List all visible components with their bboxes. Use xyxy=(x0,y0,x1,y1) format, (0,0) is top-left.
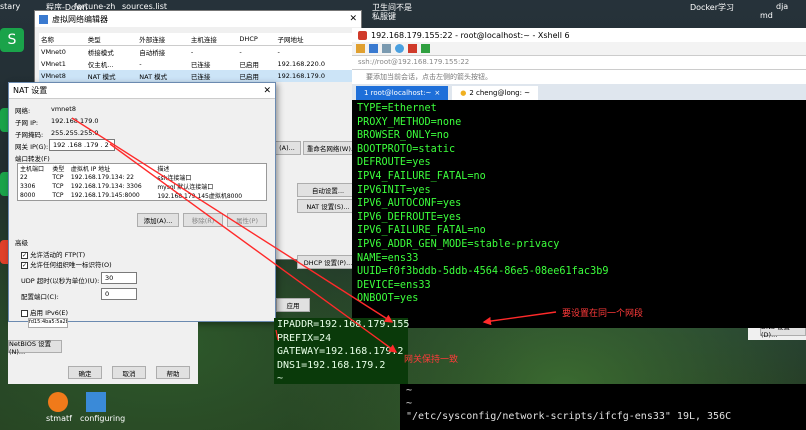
arrow-gateway-to-gateway xyxy=(109,143,398,353)
arrow-same-segment xyxy=(482,311,557,326)
annotation-same-segment: 要设置在同一个网段 xyxy=(562,309,644,319)
annotation-gateway-consistent: 网关保持一致 xyxy=(404,355,459,365)
annotation-arrows xyxy=(71,117,557,353)
annotation-tick xyxy=(275,329,279,341)
arrow-subnet-to-ipaddr xyxy=(71,117,394,323)
